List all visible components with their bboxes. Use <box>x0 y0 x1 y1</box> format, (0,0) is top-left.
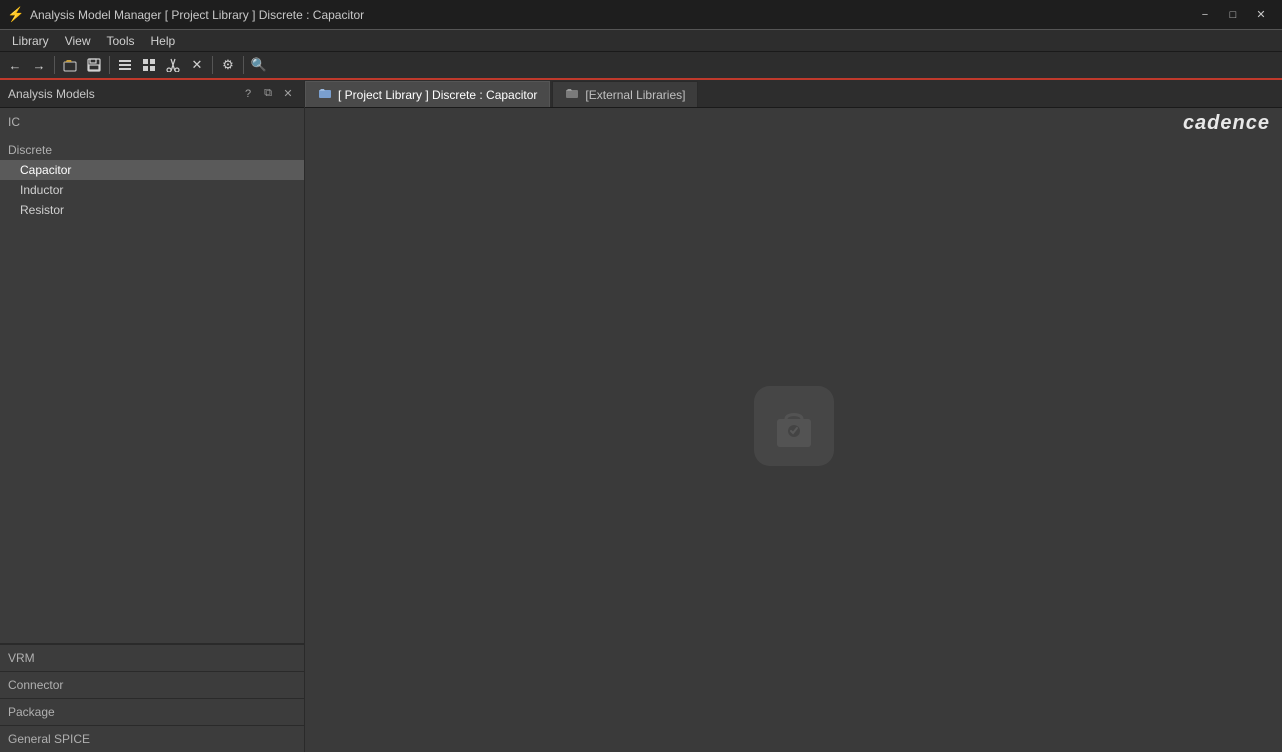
title-bar-text: Analysis Model Manager [ Project Library… <box>30 8 1192 22</box>
toolbar-forward[interactable]: → <box>28 54 50 76</box>
menu-view[interactable]: View <box>57 32 99 50</box>
toolbar-sep-4 <box>243 56 244 74</box>
toolbar-open[interactable] <box>59 54 81 76</box>
content-area: [ Project Library ] Discrete : Capacitor… <box>305 80 1282 752</box>
sidebar-tree: IC Discrete Capacitor Inductor Resistor <box>0 108 304 643</box>
content-panel: cadence <box>305 108 1282 752</box>
tab-external-libraries[interactable]: [External Libraries] <box>552 81 698 107</box>
toolbar-settings[interactable]: ⚙ <box>217 54 239 76</box>
window-controls: − □ ✕ <box>1192 5 1274 25</box>
sidebar: Analysis Models ? ⧉ ✕ IC Discrete Capaci… <box>0 80 305 752</box>
app-icon: ⚡ <box>8 7 24 23</box>
tree-item-inductor[interactable]: Inductor <box>0 180 304 200</box>
toolbar-cut[interactable] <box>162 54 184 76</box>
tree-item-capacitor[interactable]: Capacitor <box>0 160 304 180</box>
maximize-button[interactable]: □ <box>1220 5 1246 25</box>
toolbar-save[interactable] <box>83 54 105 76</box>
sidebar-float-button[interactable]: ⧉ <box>260 86 276 102</box>
cadence-logo-text: cadence <box>1183 112 1270 135</box>
toolbar-close[interactable]: ✕ <box>186 54 208 76</box>
toolbar-search[interactable]: 🔍 <box>248 54 270 76</box>
menu-library[interactable]: Library <box>4 32 57 50</box>
category-package[interactable]: Package <box>0 698 304 725</box>
tab-label-2: [External Libraries] <box>585 88 685 102</box>
sidebar-controls: ? ⧉ ✕ <box>240 86 296 102</box>
watermark-icon <box>754 386 834 466</box>
main-layout: Analysis Models ? ⧉ ✕ IC Discrete Capaci… <box>0 80 1282 752</box>
sidebar-help-button[interactable]: ? <box>240 86 256 102</box>
category-connector[interactable]: Connector <box>0 671 304 698</box>
tree-spacer-1 <box>0 132 304 140</box>
toolbar-sep-2 <box>109 56 110 74</box>
tab-folder-icon-2 <box>565 86 579 103</box>
cadence-logo: cadence <box>1183 108 1270 138</box>
sidebar-header: Analysis Models ? ⧉ ✕ <box>0 80 304 108</box>
toolbar-grid[interactable] <box>138 54 160 76</box>
category-vrm[interactable]: VRM <box>0 644 304 671</box>
toolbar: ← → <box>0 52 1282 80</box>
category-discrete[interactable]: Discrete <box>0 140 304 160</box>
tab-folder-icon-1 <box>318 86 332 103</box>
title-bar: ⚡ Analysis Model Manager [ Project Libra… <box>0 0 1282 30</box>
bottom-categories: VRM Connector Package General SPICE <box>0 643 304 752</box>
toolbar-sep-1 <box>54 56 55 74</box>
toolbar-back[interactable]: ← <box>4 54 26 76</box>
sidebar-title: Analysis Models <box>8 87 95 101</box>
tabs-bar: [ Project Library ] Discrete : Capacitor… <box>305 80 1282 108</box>
toolbar-sep-3 <box>212 56 213 74</box>
tab-label-1: [ Project Library ] Discrete : Capacitor <box>338 88 537 102</box>
menu-tools[interactable]: Tools <box>98 32 142 50</box>
toolbar-list[interactable] <box>114 54 136 76</box>
minimize-button[interactable]: − <box>1192 5 1218 25</box>
category-ic[interactable]: IC <box>0 112 304 132</box>
tab-project-library[interactable]: [ Project Library ] Discrete : Capacitor <box>305 81 550 107</box>
watermark-area <box>754 386 834 474</box>
category-general-spice[interactable]: General SPICE <box>0 725 304 752</box>
tree-item-resistor[interactable]: Resistor <box>0 200 304 220</box>
close-button[interactable]: ✕ <box>1248 5 1274 25</box>
menu-help[interactable]: Help <box>143 32 184 50</box>
menu-bar: Library View Tools Help <box>0 30 1282 52</box>
sidebar-close-button[interactable]: ✕ <box>280 86 296 102</box>
